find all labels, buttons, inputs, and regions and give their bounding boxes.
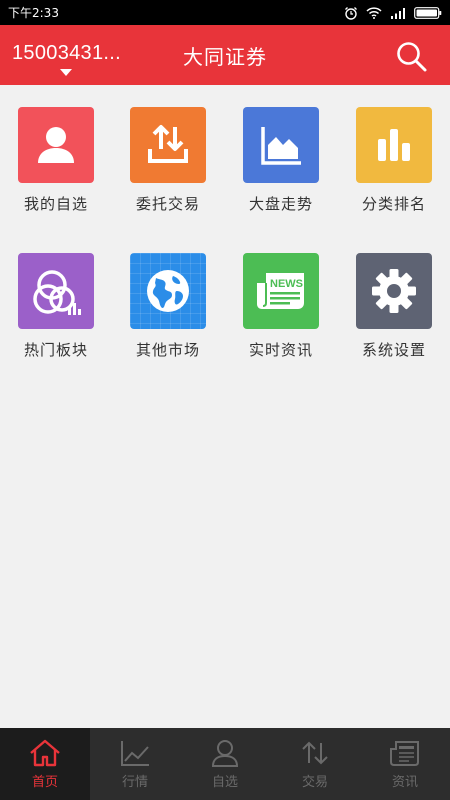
battery-icon — [414, 6, 442, 19]
tile-label: 系统设置 — [361, 341, 426, 359]
tile-realtime-news[interactable]: NEWS 实时资讯 — [225, 253, 337, 360]
tab-label: 自选 — [211, 774, 238, 790]
tab-home[interactable]: 首页 — [0, 728, 90, 800]
tile-label: 委托交易 — [135, 195, 200, 213]
tile-category-ranking[interactable]: 分类排名 — [338, 107, 450, 214]
tab-news[interactable]: 资讯 — [360, 728, 450, 800]
tab-quotes[interactable]: 行情 — [90, 728, 180, 800]
area-chart-icon — [243, 107, 319, 183]
tab-watchlist[interactable]: 自选 — [180, 728, 270, 800]
home-icon — [30, 739, 60, 766]
bar-chart-icon — [356, 107, 432, 183]
tile-label: 大盘走势 — [248, 195, 313, 213]
svg-text:NEWS: NEWS — [270, 278, 303, 290]
tab-trade[interactable]: 交易 — [270, 728, 360, 800]
news-icon: NEWS — [243, 253, 319, 329]
tile-system-settings[interactable]: 系统设置 — [338, 253, 450, 360]
tile-other-markets[interactable]: 其他市场 — [112, 253, 224, 360]
page-title: 大同证券 — [183, 45, 267, 69]
tab-label: 交易 — [301, 774, 328, 790]
tile-my-watchlist[interactable]: 我的自选 — [0, 107, 112, 214]
line-chart-icon — [121, 740, 149, 766]
tile-label: 分类排名 — [361, 195, 426, 213]
tile-hot-sectors[interactable]: 热门板块 — [0, 253, 112, 360]
app-header: 15003431... 大同证券 — [0, 25, 450, 85]
alarm-icon — [345, 6, 357, 20]
tile-label: 其他市场 — [135, 341, 200, 359]
person-icon — [18, 107, 94, 183]
tile-market-trend[interactable]: 大盘走势 — [225, 107, 337, 214]
tile-label: 热门板块 — [23, 341, 88, 359]
tile-label: 实时资讯 — [248, 341, 313, 359]
tile-trade[interactable]: 委托交易 — [112, 107, 224, 214]
status-time: 下午2:33 — [8, 6, 59, 20]
wifi-icon — [366, 6, 382, 19]
newspaper-icon — [390, 740, 419, 766]
exchange-icon — [302, 741, 328, 764]
sector-circles-icon — [18, 253, 94, 329]
tab-label: 首页 — [31, 774, 58, 790]
globe-icon — [130, 253, 206, 329]
trade-arrows-icon — [130, 107, 206, 183]
tab-label: 资讯 — [391, 774, 418, 790]
gear-icon — [356, 253, 432, 329]
tab-label: 行情 — [121, 774, 148, 790]
tile-label: 我的自选 — [23, 195, 88, 213]
signal-icon — [391, 7, 405, 19]
caret-down-icon[interactable] — [60, 69, 72, 76]
status-icons — [344, 6, 442, 20]
bottom-tab-bar: 首页 行情 自选 交易 资讯 — [0, 728, 450, 800]
status-bar: 下午2:33 — [0, 0, 450, 25]
search-icon[interactable] — [394, 39, 428, 73]
user-icon — [211, 739, 239, 767]
